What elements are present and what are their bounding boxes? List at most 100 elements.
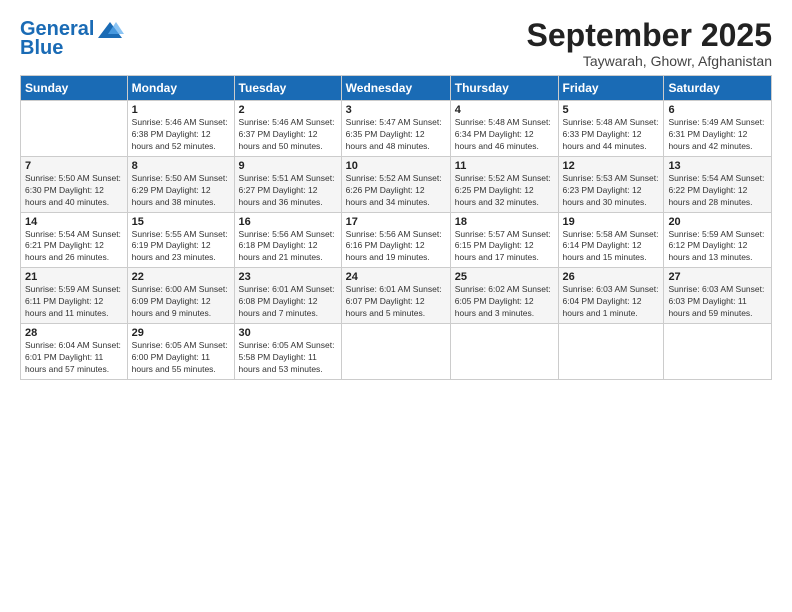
calendar-cell: [664, 323, 772, 379]
day-number: 13: [668, 160, 767, 172]
calendar-cell: 28Sunrise: 6:04 AM Sunset: 6:01 PM Dayli…: [21, 323, 128, 379]
calendar-cell: [450, 323, 558, 379]
day-number: 3: [346, 104, 446, 116]
day-info: Sunrise: 5:52 AM Sunset: 6:26 PM Dayligh…: [346, 173, 446, 209]
day-number: 25: [455, 271, 554, 283]
day-info: Sunrise: 5:47 AM Sunset: 6:35 PM Dayligh…: [346, 117, 446, 153]
col-thursday: Thursday: [450, 76, 558, 101]
day-number: 20: [668, 216, 767, 228]
day-info: Sunrise: 5:56 AM Sunset: 6:16 PM Dayligh…: [346, 229, 446, 265]
day-number: 8: [132, 160, 230, 172]
day-number: 10: [346, 160, 446, 172]
calendar-cell: 20Sunrise: 5:59 AM Sunset: 6:12 PM Dayli…: [664, 212, 772, 268]
title-area: September 2025 Taywarah, Ghowr, Afghanis…: [527, 18, 772, 69]
day-info: Sunrise: 6:01 AM Sunset: 6:08 PM Dayligh…: [239, 284, 337, 320]
day-number: 4: [455, 104, 554, 116]
day-info: Sunrise: 5:53 AM Sunset: 6:23 PM Dayligh…: [563, 173, 660, 209]
calendar-cell: [21, 101, 128, 157]
col-sunday: Sunday: [21, 76, 128, 101]
calendar-table: Sunday Monday Tuesday Wednesday Thursday…: [20, 75, 772, 379]
day-number: 18: [455, 216, 554, 228]
calendar-cell: 7Sunrise: 5:50 AM Sunset: 6:30 PM Daylig…: [21, 156, 128, 212]
day-info: Sunrise: 5:48 AM Sunset: 6:34 PM Dayligh…: [455, 117, 554, 153]
day-info: Sunrise: 5:50 AM Sunset: 6:30 PM Dayligh…: [25, 173, 123, 209]
day-info: Sunrise: 6:02 AM Sunset: 6:05 PM Dayligh…: [455, 284, 554, 320]
week-row-3: 14Sunrise: 5:54 AM Sunset: 6:21 PM Dayli…: [21, 212, 772, 268]
calendar-cell: 25Sunrise: 6:02 AM Sunset: 6:05 PM Dayli…: [450, 268, 558, 324]
day-info: Sunrise: 6:03 AM Sunset: 6:04 PM Dayligh…: [563, 284, 660, 320]
day-info: Sunrise: 6:01 AM Sunset: 6:07 PM Dayligh…: [346, 284, 446, 320]
col-tuesday: Tuesday: [234, 76, 341, 101]
calendar-cell: 12Sunrise: 5:53 AM Sunset: 6:23 PM Dayli…: [558, 156, 664, 212]
calendar-cell: [558, 323, 664, 379]
calendar-cell: 2Sunrise: 5:46 AM Sunset: 6:37 PM Daylig…: [234, 101, 341, 157]
day-info: Sunrise: 6:05 AM Sunset: 5:58 PM Dayligh…: [239, 340, 337, 376]
calendar-cell: 22Sunrise: 6:00 AM Sunset: 6:09 PM Dayli…: [127, 268, 234, 324]
day-info: Sunrise: 5:58 AM Sunset: 6:14 PM Dayligh…: [563, 229, 660, 265]
logo: General Blue: [20, 18, 124, 60]
day-info: Sunrise: 6:05 AM Sunset: 6:00 PM Dayligh…: [132, 340, 230, 376]
day-info: Sunrise: 5:52 AM Sunset: 6:25 PM Dayligh…: [455, 173, 554, 209]
month-title: September 2025: [527, 18, 772, 53]
day-number: 9: [239, 160, 337, 172]
calendar-cell: 3Sunrise: 5:47 AM Sunset: 6:35 PM Daylig…: [341, 101, 450, 157]
calendar-cell: 27Sunrise: 6:03 AM Sunset: 6:03 PM Dayli…: [664, 268, 772, 324]
day-number: 23: [239, 271, 337, 283]
day-number: 12: [563, 160, 660, 172]
calendar-cell: 10Sunrise: 5:52 AM Sunset: 6:26 PM Dayli…: [341, 156, 450, 212]
day-number: 29: [132, 327, 230, 339]
week-row-5: 28Sunrise: 6:04 AM Sunset: 6:01 PM Dayli…: [21, 323, 772, 379]
day-number: 27: [668, 271, 767, 283]
day-info: Sunrise: 5:46 AM Sunset: 6:38 PM Dayligh…: [132, 117, 230, 153]
day-number: 7: [25, 160, 123, 172]
day-info: Sunrise: 5:56 AM Sunset: 6:18 PM Dayligh…: [239, 229, 337, 265]
calendar-cell: 17Sunrise: 5:56 AM Sunset: 6:16 PM Dayli…: [341, 212, 450, 268]
day-info: Sunrise: 5:49 AM Sunset: 6:31 PM Dayligh…: [668, 117, 767, 153]
calendar-cell: 13Sunrise: 5:54 AM Sunset: 6:22 PM Dayli…: [664, 156, 772, 212]
day-number: 6: [668, 104, 767, 116]
logo-icon: [96, 20, 124, 40]
day-info: Sunrise: 6:03 AM Sunset: 6:03 PM Dayligh…: [668, 284, 767, 320]
calendar-cell: 1Sunrise: 5:46 AM Sunset: 6:38 PM Daylig…: [127, 101, 234, 157]
day-number: 14: [25, 216, 123, 228]
week-row-1: 1Sunrise: 5:46 AM Sunset: 6:38 PM Daylig…: [21, 101, 772, 157]
calendar-cell: 9Sunrise: 5:51 AM Sunset: 6:27 PM Daylig…: [234, 156, 341, 212]
calendar-cell: [341, 323, 450, 379]
day-info: Sunrise: 5:54 AM Sunset: 6:22 PM Dayligh…: [668, 173, 767, 209]
calendar-cell: 16Sunrise: 5:56 AM Sunset: 6:18 PM Dayli…: [234, 212, 341, 268]
day-number: 1: [132, 104, 230, 116]
day-info: Sunrise: 5:46 AM Sunset: 6:37 PM Dayligh…: [239, 117, 337, 153]
calendar-cell: 19Sunrise: 5:58 AM Sunset: 6:14 PM Dayli…: [558, 212, 664, 268]
day-number: 24: [346, 271, 446, 283]
calendar-cell: 6Sunrise: 5:49 AM Sunset: 6:31 PM Daylig…: [664, 101, 772, 157]
calendar-cell: 26Sunrise: 6:03 AM Sunset: 6:04 PM Dayli…: [558, 268, 664, 324]
calendar-cell: 24Sunrise: 6:01 AM Sunset: 6:07 PM Dayli…: [341, 268, 450, 324]
day-info: Sunrise: 5:59 AM Sunset: 6:11 PM Dayligh…: [25, 284, 123, 320]
day-info: Sunrise: 5:55 AM Sunset: 6:19 PM Dayligh…: [132, 229, 230, 265]
day-number: 30: [239, 327, 337, 339]
day-info: Sunrise: 6:00 AM Sunset: 6:09 PM Dayligh…: [132, 284, 230, 320]
calendar-cell: 14Sunrise: 5:54 AM Sunset: 6:21 PM Dayli…: [21, 212, 128, 268]
calendar-cell: 21Sunrise: 5:59 AM Sunset: 6:11 PM Dayli…: [21, 268, 128, 324]
day-number: 21: [25, 271, 123, 283]
day-number: 19: [563, 216, 660, 228]
day-number: 2: [239, 104, 337, 116]
day-number: 26: [563, 271, 660, 283]
location-title: Taywarah, Ghowr, Afghanistan: [527, 53, 772, 69]
day-number: 11: [455, 160, 554, 172]
day-number: 15: [132, 216, 230, 228]
day-info: Sunrise: 5:54 AM Sunset: 6:21 PM Dayligh…: [25, 229, 123, 265]
day-info: Sunrise: 5:57 AM Sunset: 6:15 PM Dayligh…: [455, 229, 554, 265]
calendar-cell: 29Sunrise: 6:05 AM Sunset: 6:00 PM Dayli…: [127, 323, 234, 379]
calendar-cell: 30Sunrise: 6:05 AM Sunset: 5:58 PM Dayli…: [234, 323, 341, 379]
calendar-cell: 18Sunrise: 5:57 AM Sunset: 6:15 PM Dayli…: [450, 212, 558, 268]
col-monday: Monday: [127, 76, 234, 101]
day-number: 16: [239, 216, 337, 228]
calendar-cell: 8Sunrise: 5:50 AM Sunset: 6:29 PM Daylig…: [127, 156, 234, 212]
col-wednesday: Wednesday: [341, 76, 450, 101]
col-saturday: Saturday: [664, 76, 772, 101]
day-number: 28: [25, 327, 123, 339]
week-row-4: 21Sunrise: 5:59 AM Sunset: 6:11 PM Dayli…: [21, 268, 772, 324]
col-friday: Friday: [558, 76, 664, 101]
day-number: 17: [346, 216, 446, 228]
